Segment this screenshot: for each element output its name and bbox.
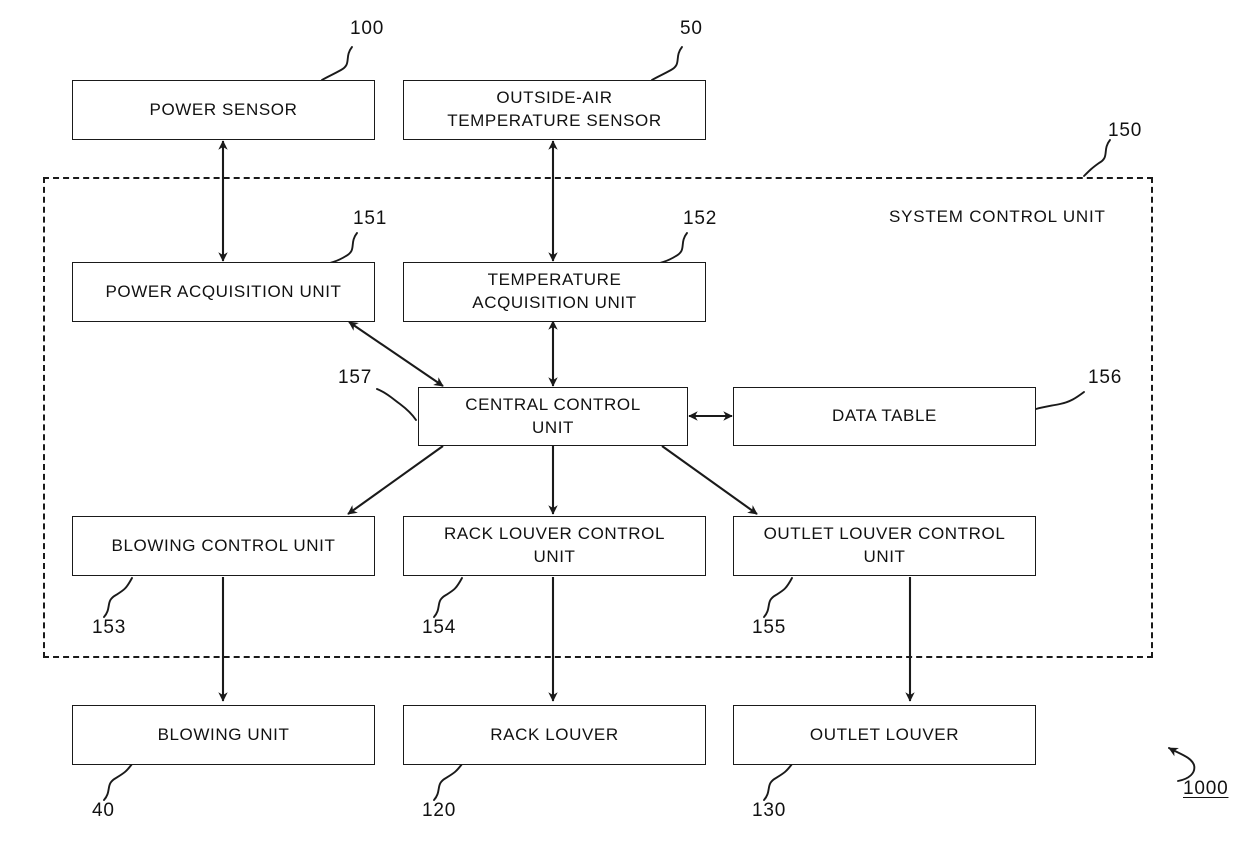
box-outside-air-temperature-sensor[interactable]: OUTSIDE-AIR TEMPERATURE SENSOR [403, 80, 706, 140]
label-line-1: OUTSIDE-AIR [496, 88, 613, 108]
box-blowing-control-unit[interactable]: BLOWING CONTROL UNIT [72, 516, 375, 576]
box-power-acquisition-unit-label: POWER ACQUISITION UNIT [105, 281, 342, 301]
ref-100: 100 [350, 18, 385, 39]
box-data-table[interactable]: DATA TABLE [733, 387, 1036, 446]
ref-157: 157 [338, 367, 373, 388]
label-line-1: TEMPERATURE [487, 270, 622, 290]
ref-155: 155 [752, 617, 787, 638]
label-line-2: UNIT [863, 547, 906, 566]
box-outside-air-temperature-sensor-label: OUTSIDE-AIR TEMPERATURE SENSOR [447, 87, 662, 133]
leader-150 [1083, 139, 1111, 177]
box-outlet-louver[interactable]: OUTLET LOUVER [733, 705, 1036, 765]
ref-40: 40 [92, 800, 115, 821]
ref-130: 130 [752, 800, 787, 821]
box-power-sensor[interactable]: POWER SENSOR [72, 80, 375, 140]
box-outlet-louver-label: OUTLET LOUVER [809, 724, 960, 744]
label-line-1: OUTLET LOUVER CONTROL [763, 524, 1006, 544]
label-line-2: TEMPERATURE SENSOR [447, 111, 662, 130]
label-line-2: UNIT [531, 417, 575, 437]
box-rack-louver-control-unit[interactable]: RACK LOUVER CONTROL UNIT [403, 516, 706, 576]
ref-156: 156 [1088, 367, 1123, 388]
ref-152: 152 [683, 208, 718, 229]
ref-150: 150 [1108, 120, 1143, 141]
box-rack-louver-control-unit-label: RACK LOUVER CONTROL UNIT [444, 523, 665, 569]
ref-50: 50 [680, 18, 703, 39]
ref-154: 154 [422, 617, 457, 638]
box-blowing-unit-label: BLOWING UNIT [157, 724, 290, 744]
patent-figure-canvas: SYSTEM CONTROL UNIT POWER SENSOR OUTSIDE… [0, 0, 1240, 858]
box-power-sensor-label: POWER SENSOR [149, 99, 298, 119]
box-data-table-label: DATA TABLE [832, 406, 937, 426]
label-line-1: RACK LOUVER CONTROL [443, 524, 666, 544]
label-line-2: ACQUISITION UNIT [472, 293, 637, 312]
box-temperature-acquisition-unit[interactable]: TEMPERATURE ACQUISITION UNIT [403, 262, 706, 322]
box-outlet-louver-control-unit[interactable]: OUTLET LOUVER CONTROL UNIT [733, 516, 1036, 576]
leader-100 [321, 46, 353, 81]
box-rack-louver-label: RACK LOUVER [490, 724, 619, 744]
leader-50 [651, 46, 683, 81]
box-temperature-acquisition-unit-label: TEMPERATURE ACQUISITION UNIT [472, 269, 637, 315]
ref-1000: 1000 [1183, 778, 1229, 799]
leader-40 [103, 763, 133, 801]
box-blowing-unit[interactable]: BLOWING UNIT [72, 705, 375, 765]
ref-151: 151 [353, 208, 388, 229]
system-control-unit-label: SYSTEM CONTROL UNIT [889, 207, 1106, 226]
ref-153: 153 [92, 617, 127, 638]
box-power-acquisition-unit[interactable]: POWER ACQUISITION UNIT [72, 262, 375, 322]
leader-1000 [1168, 747, 1196, 782]
box-central-control-unit[interactable]: CENTRAL CONTROL UNIT [418, 387, 688, 446]
box-rack-louver[interactable]: RACK LOUVER [403, 705, 706, 765]
leader-120 [433, 763, 463, 801]
ref-120: 120 [422, 800, 457, 821]
label-line-2: UNIT [533, 547, 576, 566]
label-line-1: CENTRAL CONTROL [465, 394, 641, 414]
box-outlet-louver-control-unit-label: OUTLET LOUVER CONTROL UNIT [764, 523, 1006, 569]
leader-130 [763, 763, 793, 801]
box-central-control-unit-label: CENTRAL CONTROL UNIT [465, 394, 641, 440]
box-blowing-control-unit-label: BLOWING CONTROL UNIT [111, 535, 336, 555]
